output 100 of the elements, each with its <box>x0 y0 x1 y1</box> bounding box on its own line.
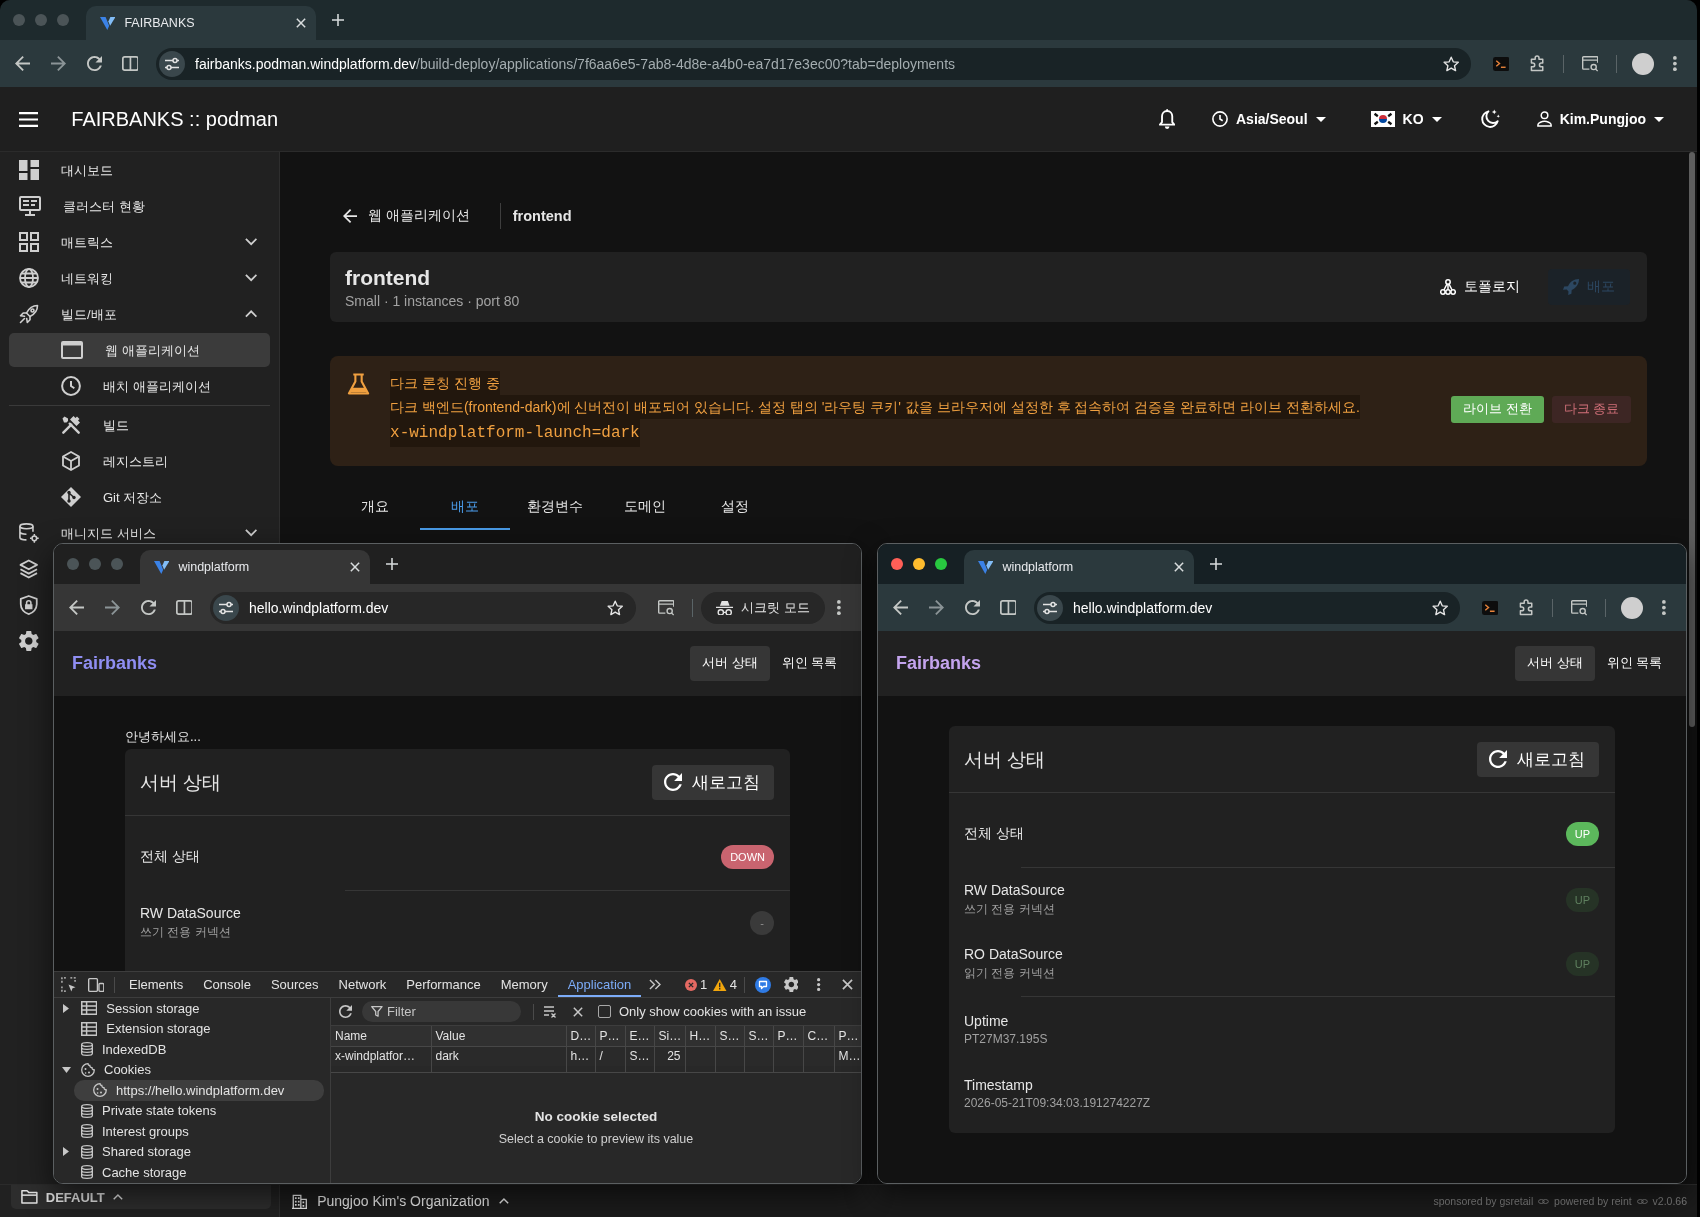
shield-lock-icon[interactable] <box>19 595 39 615</box>
sliders-icon[interactable] <box>213 594 239 621</box>
nav-item[interactable]: 대시보드 <box>9 160 270 180</box>
devtools-tab[interactable]: Memory <box>490 972 558 997</box>
tab[interactable]: 환경변수 <box>510 483 600 530</box>
plus-icon[interactable] <box>332 14 344 26</box>
devices-icon[interactable] <box>87 977 105 992</box>
nav-item[interactable]: 매트릭스 <box>9 232 270 252</box>
avatar-icon[interactable] <box>1632 52 1654 75</box>
refresh-icon[interactable] <box>338 1005 352 1018</box>
sliders-icon[interactable] <box>1037 594 1063 621</box>
minimize-window-button[interactable] <box>913 558 925 570</box>
close-icon[interactable] <box>296 18 306 28</box>
column-header[interactable]: C… <box>803 1026 834 1046</box>
table-row[interactable]: x-windplatfor… dark h… / S… 25 M… <box>331 1046 861 1066</box>
star-icon[interactable] <box>607 599 624 616</box>
triangle-down-icon[interactable] <box>61 1066 71 1073</box>
back-icon[interactable] <box>14 56 30 71</box>
nav-item[interactable]: Git 저장소 <box>9 487 270 507</box>
window-search-icon[interactable] <box>657 599 675 616</box>
close-window-button[interactable] <box>891 558 903 570</box>
warning-counter[interactable]: 4 <box>710 973 740 996</box>
incognito-button[interactable]: 시크릿 모드 <box>700 591 825 624</box>
split-view-icon[interactable] <box>121 56 139 71</box>
moon-icon[interactable] <box>1478 109 1500 129</box>
address-bar[interactable]: hello.windplatform.dev <box>210 591 636 624</box>
nav-button[interactable]: 위인 목록 <box>1594 646 1674 681</box>
back-link[interactable]: 웹 애플리케이션 <box>330 202 482 230</box>
nav-item[interactable]: 웹 애플리케이션 <box>9 333 270 367</box>
close-icon[interactable] <box>573 1006 583 1017</box>
more-icon[interactable] <box>817 978 821 991</box>
address-bar[interactable]: fairbanks.podman.windplatform.dev/build-deploy/applications/7f6aa6e5-7ab8-4d8e-a4b0-ea7d17e3ec00?tab=deployments <box>156 47 1471 80</box>
more-icon[interactable] <box>837 600 841 615</box>
settings-icon[interactable] <box>783 977 799 992</box>
window-search-icon[interactable] <box>1570 599 1588 616</box>
split-view-icon[interactable] <box>175 600 193 615</box>
column-header[interactable]: Name <box>331 1026 431 1046</box>
nav-item[interactable]: 빌드 <box>9 415 270 435</box>
window-search-icon[interactable] <box>1581 55 1599 72</box>
tree-item[interactable]: IndexedDB <box>54 1039 324 1060</box>
scrollbar-thumb[interactable] <box>1689 152 1695 727</box>
reload-icon[interactable] <box>86 56 102 71</box>
nav-item[interactable]: 클러스터 현황 <box>9 196 270 216</box>
nav-item[interactable]: 빌드/배포 <box>9 304 270 324</box>
plus-icon[interactable] <box>1210 558 1222 570</box>
terminal-icon[interactable] <box>1492 56 1510 71</box>
column-header[interactable]: H… <box>685 1026 715 1046</box>
back-icon[interactable] <box>68 600 84 615</box>
triangle-right-icon[interactable] <box>63 1003 69 1013</box>
alert-action-button[interactable]: 다크 종료 <box>1551 395 1631 423</box>
menu-icon[interactable] <box>19 111 39 127</box>
tab[interactable]: 도메인 <box>600 483 690 530</box>
nav-item[interactable]: 배치 애플리케이션 <box>9 376 270 396</box>
close-icon[interactable] <box>350 562 360 572</box>
column-header[interactable]: E… <box>625 1026 654 1046</box>
devtools-tab[interactable]: Console <box>193 972 261 997</box>
chat-bubble-icon[interactable] <box>755 976 771 993</box>
devtools-tab[interactable]: Network <box>328 972 397 997</box>
back-icon[interactable] <box>892 600 908 615</box>
filter-field[interactable]: Filter <box>362 1001 521 1022</box>
double-chevron-icon[interactable] <box>649 979 662 990</box>
organization-button[interactable]: Pungjoo Kim's Organization <box>292 1185 510 1217</box>
browser-tab[interactable]: FAIRBANKS <box>86 6 316 40</box>
tab[interactable]: 개요 <box>330 483 420 530</box>
star-icon[interactable] <box>1442 55 1459 72</box>
nav-button[interactable]: 서버 상태 <box>1515 646 1595 681</box>
puzzle-icon[interactable] <box>1518 599 1534 616</box>
select-cursor-icon[interactable] <box>60 977 76 992</box>
star-icon[interactable] <box>1431 599 1448 616</box>
layers-icon[interactable] <box>19 559 39 579</box>
column-header[interactable]: D… <box>566 1026 595 1046</box>
devtools-tab[interactable]: Elements <box>119 972 194 997</box>
sliders-icon[interactable] <box>159 50 185 77</box>
nav-item[interactable]: 매니지드 서비스 <box>9 523 270 543</box>
browser-tab[interactable]: windplatform <box>140 550 370 584</box>
tree-item[interactable]: Session storage <box>54 998 324 1019</box>
devtools-tab[interactable]: Application <box>557 972 642 997</box>
puzzle-icon[interactable] <box>1529 55 1545 72</box>
tree-item[interactable]: Shared storage <box>54 1141 324 1162</box>
forward-icon[interactable] <box>928 600 944 615</box>
column-header[interactable]: P… <box>773 1026 803 1046</box>
error-counter[interactable]: 1 <box>682 973 711 996</box>
tree-item[interactable]: Private state tokens <box>54 1100 324 1121</box>
nav-button[interactable]: 서버 상태 <box>690 646 770 681</box>
checkbox[interactable] <box>598 1005 611 1018</box>
column-header[interactable]: Si… <box>654 1026 685 1046</box>
plus-icon[interactable] <box>386 558 398 570</box>
bell-icon[interactable] <box>1158 109 1175 129</box>
user-menu-button[interactable]: Kim.Pungjoo <box>1528 101 1672 137</box>
column-header[interactable]: S… <box>715 1026 744 1046</box>
lines-x-icon[interactable] <box>544 1005 556 1018</box>
close-icon[interactable] <box>1174 562 1184 572</box>
refresh-button[interactable]: 새로고침 <box>652 764 774 800</box>
forward-icon[interactable] <box>104 600 120 615</box>
column-header[interactable]: P… <box>595 1026 625 1046</box>
tree-item[interactable]: Extension storage <box>54 1018 324 1039</box>
nav-button[interactable]: 위인 목록 <box>769 646 849 681</box>
tree-item[interactable]: Interest groups <box>54 1121 324 1142</box>
devtools-tab[interactable]: Performance <box>396 972 491 997</box>
avatar-icon[interactable] <box>1621 596 1643 619</box>
